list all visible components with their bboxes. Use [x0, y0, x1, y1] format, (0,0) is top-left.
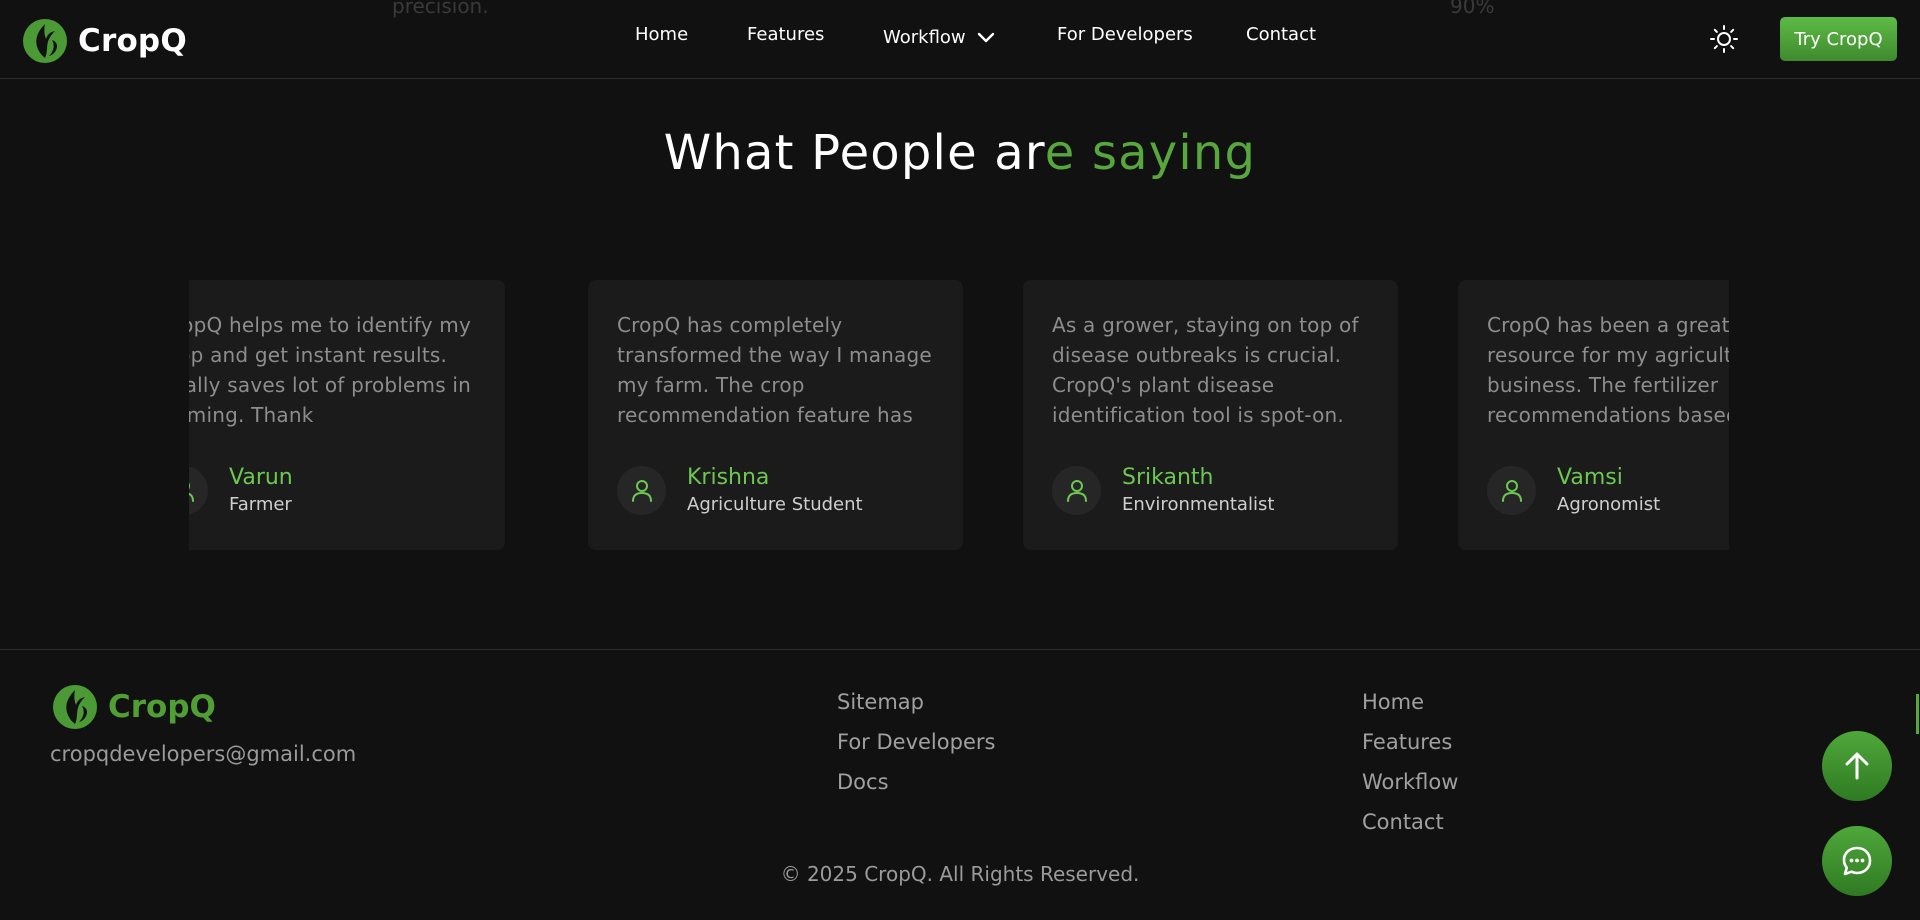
testimonial-card: CropQ has been a great resource for my a…	[1458, 280, 1729, 550]
nav-workflow-label: Workflow	[883, 27, 966, 48]
avatar	[1052, 466, 1101, 515]
testimonial-author: Vamsi Agronomist	[1487, 465, 1660, 516]
testimonial-role: Agriculture Student	[687, 494, 863, 515]
nav-features[interactable]: Features	[747, 24, 824, 45]
footer-link-workflow[interactable]: Workflow	[1362, 762, 1458, 802]
footer-link-features[interactable]: Features	[1362, 722, 1458, 762]
testimonial-name: Varun	[229, 465, 293, 490]
footer-link-sitemap[interactable]: Sitemap	[837, 682, 995, 722]
leaf-flame-icon	[53, 685, 97, 729]
nav-contact[interactable]: Contact	[1246, 24, 1316, 45]
try-cropq-button[interactable]: Try CropQ	[1780, 17, 1897, 61]
testimonial-quote: CropQ helps me to identify my crop and g…	[189, 313, 472, 427]
scroll-to-top-button[interactable]	[1822, 731, 1892, 801]
avatar	[617, 466, 666, 515]
testimonial-quote: CropQ has completely transformed the way…	[617, 313, 932, 427]
testimonial-quote: CropQ has been a great resource for my a…	[1487, 313, 1729, 427]
testimonial-name: Krishna	[687, 465, 770, 490]
chevron-down-icon	[977, 32, 994, 42]
user-icon	[189, 483, 194, 502]
testimonial-author: Srikanth Environmentalist	[1052, 465, 1274, 516]
testimonial-card: As a grower, staying on top of disease o…	[1023, 280, 1398, 550]
footer-brand[interactable]: CropQ	[52, 684, 216, 730]
scrolled-text-fragment: precision.	[392, 0, 489, 18]
section-title-white: What People ar	[663, 125, 1045, 181]
avatar	[1487, 466, 1536, 515]
section-title-green: e saying	[1044, 125, 1257, 181]
footer-links-column-1: Sitemap For Developers Docs	[837, 682, 995, 802]
main-nav: Home Features Workflow For Developers Co…	[0, 24, 1920, 54]
user-icon	[1066, 479, 1087, 502]
footer-link-for-developers[interactable]: For Developers	[837, 722, 995, 762]
footer-link-home[interactable]: Home	[1362, 682, 1458, 722]
footer-links-column-2: Home Features Workflow Contact	[1362, 682, 1458, 842]
user-icon	[631, 479, 652, 502]
testimonial-author: Varun Farmer	[189, 465, 293, 516]
testimonial-name: Vamsi	[1557, 465, 1623, 490]
chat-bubble-icon	[1842, 846, 1872, 876]
scrollbar-indicator[interactable]	[1916, 694, 1919, 734]
testimonial-carousel[interactable]: CropQ helps me to identify my crop and g…	[189, 280, 1729, 552]
nav-for-developers[interactable]: For Developers	[1057, 24, 1193, 45]
testimonial-role: Environmentalist	[1122, 494, 1275, 515]
footer-link-docs[interactable]: Docs	[837, 762, 995, 802]
arrow-up-icon	[1845, 752, 1869, 780]
copyright: © 2025 CropQ. All Rights Reserved.	[780, 862, 1140, 886]
footer-email[interactable]: cropqdevelopers@gmail.com	[50, 742, 356, 766]
testimonial-quote: As a grower, staying on top of disease o…	[1052, 313, 1359, 427]
testimonial-role: Agronomist	[1557, 494, 1661, 515]
testimonial-author: Krishna Agriculture Student	[617, 465, 863, 516]
footer-link-contact[interactable]: Contact	[1362, 802, 1458, 842]
nav-workflow-dropdown[interactable]: Workflow	[883, 27, 996, 48]
sun-icon[interactable]	[1709, 24, 1739, 54]
scrolled-stat-fragment: 90%	[1450, 0, 1495, 18]
footer-divider	[0, 649, 1920, 650]
avatar	[189, 466, 208, 515]
testimonial-card: CropQ helps me to identify my crop and g…	[189, 280, 505, 550]
chat-button[interactable]	[1822, 826, 1892, 896]
testimonial-name: Srikanth	[1122, 465, 1214, 490]
section-title: What People are saying	[0, 125, 1920, 181]
testimonial-card: CropQ has completely transformed the way…	[588, 280, 963, 550]
navbar: precision. 90% CropQ Home Features Workf…	[0, 0, 1920, 79]
footer-brand-name: CropQ	[108, 689, 216, 725]
testimonial-role: Farmer	[229, 494, 292, 515]
nav-home[interactable]: Home	[635, 24, 688, 45]
user-icon	[1501, 479, 1522, 502]
